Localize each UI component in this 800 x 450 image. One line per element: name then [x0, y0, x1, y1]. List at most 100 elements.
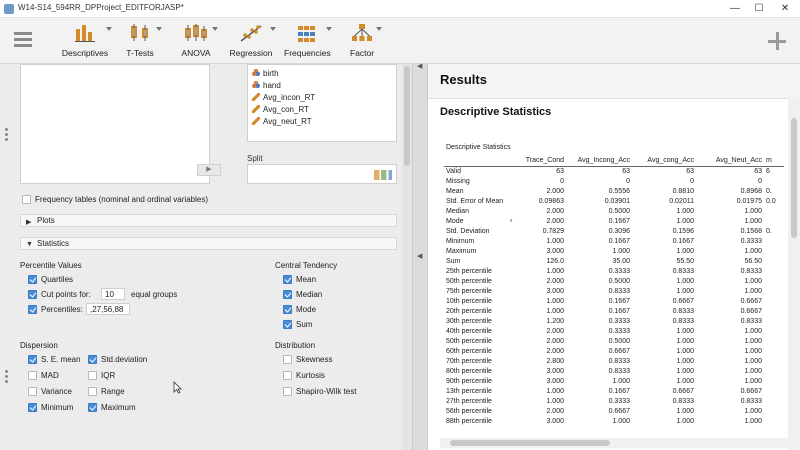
available-variables-box[interactable]	[20, 64, 210, 184]
row-label: Minimum	[446, 238, 475, 245]
plots-section-header[interactable]: ▶ Plots	[20, 214, 397, 227]
std-deviation-checkbox[interactable]	[88, 355, 97, 364]
range-checkbox[interactable]	[88, 387, 97, 396]
minimum-checkbox[interactable]	[28, 403, 37, 412]
table-cell: 2.000	[546, 348, 564, 355]
kurtosis-checkbox[interactable]	[283, 371, 292, 380]
hamburger-menu-icon[interactable]	[14, 32, 32, 48]
scale-variable-icon	[252, 93, 260, 101]
mean-checkbox[interactable]	[283, 275, 292, 284]
maximum-checkbox[interactable]	[88, 403, 97, 412]
close-button[interactable]: ✕	[772, 0, 798, 18]
variable-name: Avg_neut_RT	[263, 117, 312, 126]
panel-splitter[interactable]: ◀ ◀	[412, 62, 428, 450]
variable-name: birth	[263, 69, 279, 78]
table-cell: 1.000	[676, 358, 694, 365]
variable-item[interactable]: Avg_incon_RT	[252, 93, 315, 105]
sum-checkbox[interactable]	[283, 320, 292, 329]
collapse-left-arrow-icon[interactable]: ◀	[417, 62, 422, 70]
t-tests-icon	[131, 24, 148, 41]
move-variable-button[interactable]: ▶	[197, 164, 221, 176]
iqr-checkbox[interactable]	[88, 371, 97, 380]
table-row: 30th percentile 1.200 0.3333 0.8333 0.8333	[444, 317, 784, 327]
variable-item[interactable]: Avg_neut_RT	[252, 117, 312, 129]
add-module-plus-icon[interactable]	[768, 32, 786, 50]
variance-checkbox[interactable]	[28, 387, 37, 396]
table-row: 50th percentile 2.000 0.5000 1.000 1.000	[444, 337, 784, 347]
table-row: 75th percentile 3.000 0.8333 1.000 1.000	[444, 287, 784, 297]
row-label: 80th percentile	[446, 368, 492, 375]
table-cell	[764, 377, 784, 387]
row-label: 90th percentile	[446, 378, 492, 385]
variable-item[interactable]: birth	[252, 69, 279, 81]
table-cell: 0.6667	[740, 308, 762, 315]
cut-points-checkbox[interactable]	[28, 290, 37, 299]
skewness-checkbox[interactable]	[283, 355, 292, 364]
table-cell: 0.02011	[669, 198, 694, 205]
drag-handle-icon[interactable]	[5, 128, 8, 142]
shapiro-wilk-checkbox[interactable]	[283, 387, 292, 396]
table-cell: 0.6667	[672, 298, 694, 305]
chevron-down-icon	[376, 27, 382, 31]
descriptives-button[interactable]: Descriptives	[60, 21, 112, 61]
t-tests-button[interactable]: T-Tests	[120, 21, 162, 61]
mouse-cursor-icon	[173, 381, 182, 394]
cut-points-label: Cut points for:	[41, 290, 91, 299]
maximize-button[interactable]: ☐	[746, 0, 772, 18]
mode-checkbox[interactable]	[283, 305, 292, 314]
regression-button[interactable]: Regression	[228, 21, 276, 61]
scrollbar-thumb[interactable]	[404, 66, 410, 166]
table-cell: 0.5556	[608, 188, 630, 195]
variable-types-icon	[374, 170, 392, 180]
se-mean-checkbox[interactable]	[28, 355, 37, 364]
anova-button[interactable]: ANOVA	[176, 21, 218, 61]
scrollbar-thumb[interactable]	[791, 118, 797, 238]
row-label: 56th percentile	[446, 408, 492, 415]
table-cell	[764, 237, 784, 247]
minimize-button[interactable]: —	[722, 0, 748, 18]
nominal-variable-icon	[252, 81, 260, 89]
factor-button[interactable]: Factor	[344, 21, 382, 61]
split-variable-box[interactable]	[247, 164, 397, 184]
ribbon-toolbar: Descriptives T-Tests ANOVA Regression Fr…	[0, 18, 800, 64]
row-label: Missing	[446, 178, 470, 185]
percentiles-input[interactable]: ,27,56,88	[86, 303, 130, 315]
mad-checkbox[interactable]	[28, 371, 37, 380]
table-cell	[764, 317, 784, 327]
table-cell: 0.5000	[608, 208, 630, 215]
row-label: 30th percentile	[446, 318, 492, 325]
quartiles-checkbox[interactable]	[28, 275, 37, 284]
results-scrollbar[interactable]	[788, 98, 800, 450]
table-cell: 1.000	[744, 368, 762, 375]
table-cell: 0.8333	[672, 308, 694, 315]
statistics-section-header[interactable]: ▼ Statistics	[20, 237, 397, 250]
selected-variables-list[interactable]: birth hand Avg_incon_RT Avg_con_RT Avg_n…	[247, 64, 397, 142]
row-label: Maximum	[446, 248, 477, 255]
frequencies-icon	[298, 26, 315, 42]
median-checkbox[interactable]	[283, 290, 292, 299]
variable-item[interactable]: hand	[252, 81, 281, 93]
collapse-arrow-icon: ▼	[26, 241, 33, 248]
collapse-right-arrow-icon[interactable]: ◀	[417, 252, 422, 260]
descriptive-statistics-table: Trace_Cond Avg_Incong_Acc Avg_cong_Acc A…	[444, 156, 784, 427]
analysis-title[interactable]: Descriptive Statistics	[440, 106, 551, 118]
table-cell: 1.000	[546, 398, 564, 405]
percentiles-checkbox[interactable]	[28, 305, 37, 314]
regression-label: Regression	[229, 48, 273, 58]
frequencies-button[interactable]: Frequencies	[284, 21, 332, 61]
frequency-tables-checkbox[interactable]	[22, 195, 31, 204]
options-scrollbar[interactable]	[402, 64, 412, 450]
table-cell: 0.8333	[608, 368, 630, 375]
table-cell: 0.1667	[608, 298, 630, 305]
variable-name: Avg_incon_RT	[263, 93, 316, 102]
table-cell: 1.000	[744, 378, 762, 385]
factor-icon	[352, 24, 372, 41]
drag-handle-icon[interactable]	[5, 370, 8, 384]
scrollbar-thumb[interactable]	[450, 440, 610, 446]
chevron-down-icon	[270, 27, 276, 31]
table-cell: 1.200	[546, 318, 564, 325]
cut-points-input[interactable]: 10	[101, 288, 125, 300]
chevron-down-icon	[212, 27, 218, 31]
results-horizontal-scrollbar[interactable]	[440, 438, 788, 448]
variable-item[interactable]: Avg_con_RT	[252, 105, 309, 117]
